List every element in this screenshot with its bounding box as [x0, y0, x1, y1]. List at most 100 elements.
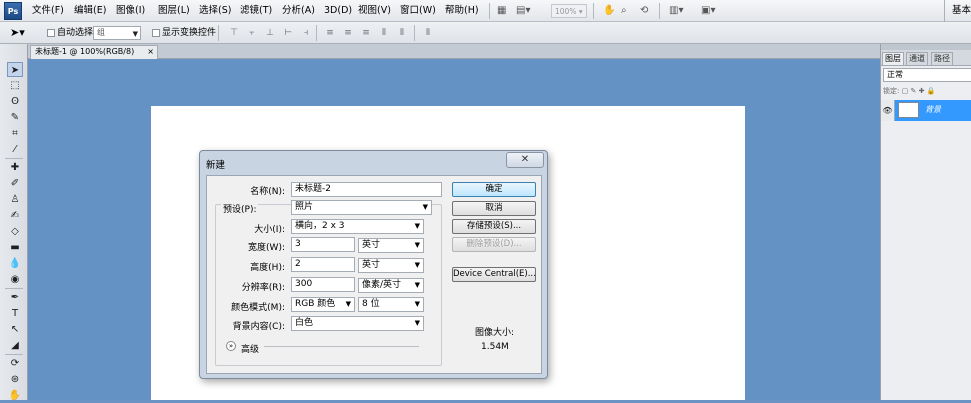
align-top-icon[interactable]: ⊤ [228, 28, 240, 38]
screen-mode-icon[interactable]: ▣▾ [701, 4, 715, 18]
advanced-toggle-icon[interactable]: » [226, 341, 236, 351]
size-select[interactable]: 横向，2 x 3 ▼ [291, 219, 424, 234]
zoom-select[interactable]: 100% ▾ [551, 4, 587, 18]
menu-bar: Ps 文件(F) 编辑(E) 图像(I) 图层(L) 选择(S) 滤镜(T) 分… [0, 0, 971, 22]
align-left-icon[interactable]: ⊢ [282, 28, 294, 38]
menu-separator [489, 3, 490, 19]
menu-layer[interactable]: 图层(L) [158, 4, 190, 18]
quick-select-tool-icon[interactable]: ✎ [7, 110, 23, 125]
zoom-icon[interactable]: ⌕ [621, 4, 627, 18]
menu-file[interactable]: 文件(F) [32, 4, 64, 18]
advanced-label[interactable]: 高级 [241, 342, 259, 355]
menu-analysis[interactable]: 分析(A) [282, 4, 315, 18]
close-icon[interactable]: ✕ [506, 152, 544, 168]
resolution-field[interactable]: 300 [291, 277, 355, 292]
auto-select-dropdown[interactable]: 组 ▼ [93, 26, 141, 40]
ok-button[interactable]: 确定 [452, 182, 536, 197]
distribute-top-icon[interactable]: ≡ [324, 28, 336, 38]
menu-separator [659, 3, 660, 19]
eraser-tool-icon[interactable]: ◇ [7, 224, 23, 239]
new-document-dialog: 新建 ✕ 名称(N): 未标题-2 预设(P): 照片 ▼ 大小(I): 横向，2… [199, 150, 548, 379]
align-vcenter-icon[interactable]: ⫟ [246, 28, 258, 38]
lock-transparency-icon[interactable]: ▢ [902, 87, 909, 95]
clone-stamp-tool-icon[interactable]: ♙ [7, 192, 23, 207]
width-field[interactable]: 3 [291, 237, 355, 252]
3d-orbit-tool-icon[interactable]: ⊛ [7, 372, 23, 387]
tab-paths[interactable]: 路径 [931, 52, 953, 65]
distribute-vcenter-icon[interactable]: ≡ [342, 28, 354, 38]
menu-edit[interactable]: 编辑(E) [74, 4, 106, 18]
menu-3d[interactable]: 3D(D) [324, 4, 352, 18]
lock-position-icon[interactable]: ✚ [919, 87, 925, 95]
bridge-icon[interactable]: ▦ [497, 4, 506, 18]
preset-label: 预设(P): [221, 202, 259, 215]
menu-view[interactable]: 视图(V) [358, 4, 391, 18]
brush-tool-icon[interactable]: ✐ [7, 176, 23, 191]
tab-layers[interactable]: 图层 [882, 52, 904, 65]
lock-pixels-icon[interactable]: ✎ [910, 87, 916, 95]
hand-icon[interactable]: ✋ [603, 4, 615, 18]
distribute-left-icon[interactable]: ⦀ [378, 28, 390, 38]
distribute-hcenter-icon[interactable]: ⦀ [396, 28, 408, 38]
menu-help[interactable]: 帮助(H) [445, 4, 479, 18]
workspace-switcher[interactable]: 基本 [952, 4, 971, 18]
minibridge-icon[interactable]: ▤▾ [516, 4, 530, 18]
shape-tool-icon[interactable]: ◢ [7, 338, 23, 353]
rotate-view-icon[interactable]: ⟲ [640, 4, 648, 18]
image-size-value: 1.54M [481, 342, 509, 352]
name-label: 名称(N): [250, 187, 285, 197]
document-tab[interactable]: 未标题-1 @ 100%(RGB/8) × [30, 45, 158, 59]
menu-select[interactable]: 选择(S) [199, 4, 231, 18]
delete-preset-button[interactable]: 删除预设(D)... [452, 237, 536, 252]
blend-mode-select[interactable]: 正常 [883, 68, 971, 82]
resolution-unit-select[interactable]: 像素/英寸 ▼ [358, 278, 424, 293]
lock-all-icon[interactable]: 🔒 [927, 87, 936, 95]
type-tool-icon[interactable]: T [7, 306, 23, 321]
close-tab-icon[interactable]: × [147, 46, 154, 58]
dodge-tool-icon[interactable]: ◉ [7, 272, 23, 287]
move-tool-icon[interactable]: ➤ [7, 62, 23, 77]
history-brush-tool-icon[interactable]: ✍ [7, 208, 23, 223]
height-field[interactable]: 2 [291, 257, 355, 272]
tab-channels[interactable]: 通道 [906, 52, 928, 65]
blur-tool-icon[interactable]: 💧 [7, 256, 23, 271]
healing-brush-tool-icon[interactable]: ✚ [7, 160, 23, 175]
arrange-documents-icon[interactable]: ▥▾ [669, 4, 683, 18]
auto-select-checkbox[interactable] [47, 29, 55, 37]
align-bottom-icon[interactable]: ⊥ [264, 28, 276, 38]
panel-grip[interactable] [881, 44, 971, 50]
move-tool-preset-icon[interactable]: ➤▾ [10, 26, 25, 40]
tool-separator [5, 288, 23, 289]
pen-tool-icon[interactable]: ✒ [7, 290, 23, 305]
marquee-tool-icon[interactable]: ⬚ [7, 78, 23, 93]
options-separator [316, 25, 317, 41]
width-unit-select[interactable]: 英寸 ▼ [358, 238, 424, 253]
auto-align-icon[interactable]: ⦀ [422, 28, 434, 38]
device-central-button[interactable]: Device Central(E)... [452, 267, 536, 282]
visibility-eye-icon[interactable]: 👁 [881, 100, 895, 121]
auto-select-label: 自动选择: [57, 28, 97, 38]
3d-rotate-tool-icon[interactable]: ⟳ [7, 356, 23, 371]
eyedropper-tool-icon[interactable]: ⁄ [7, 142, 23, 157]
distribute-bottom-icon[interactable]: ≡ [360, 28, 372, 38]
hand-tool-icon[interactable]: ✋ [7, 388, 23, 403]
bit-depth-select[interactable]: 8 位 ▼ [358, 297, 424, 312]
height-unit-select[interactable]: 英寸 ▼ [358, 258, 424, 273]
color-mode-select[interactable]: RGB 颜色 ▼ [291, 297, 355, 312]
layer-row[interactable]: 👁 背景 [881, 100, 971, 121]
path-select-tool-icon[interactable]: ↖ [7, 322, 23, 337]
preset-select[interactable]: 照片 ▼ [291, 200, 432, 215]
name-field[interactable]: 未标题-2 [291, 182, 442, 197]
show-transform-checkbox[interactable] [152, 29, 160, 37]
color-mode-label: 颜色模式(M): [231, 303, 285, 313]
save-preset-button[interactable]: 存储预设(S)... [452, 219, 536, 234]
menu-window[interactable]: 窗口(W) [400, 4, 436, 18]
cancel-button[interactable]: 取消 [452, 201, 536, 216]
menu-filter[interactable]: 滤镜(T) [240, 4, 272, 18]
menu-image[interactable]: 图像(I) [116, 4, 145, 18]
crop-tool-icon[interactable]: ⌗ [7, 126, 23, 141]
align-hcenter-icon[interactable]: ⫞ [300, 28, 312, 38]
lasso-tool-icon[interactable]: ʘ [7, 94, 23, 109]
gradient-tool-icon[interactable]: ▬ [7, 240, 23, 255]
background-select[interactable]: 白色 ▼ [291, 316, 424, 331]
